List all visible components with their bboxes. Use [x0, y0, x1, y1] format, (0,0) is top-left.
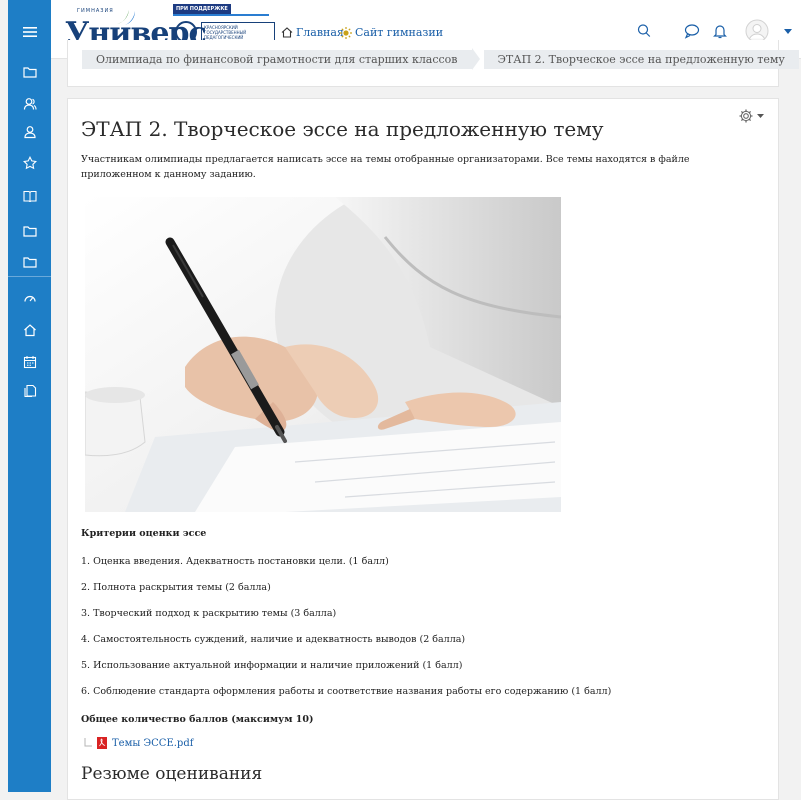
criteria-title: Критерии оценки эссе — [81, 528, 207, 539]
page-title: ЭТАП 2. Творческое эссе на предложенную … — [81, 117, 604, 141]
criteria-item: 5. Использование актуальной информации и… — [81, 660, 463, 671]
breadcrumb-separator — [471, 48, 480, 70]
search-icon[interactable] — [635, 22, 653, 40]
home-icon — [281, 27, 293, 38]
menu-icon[interactable] — [8, 22, 51, 42]
users-icon[interactable] — [8, 94, 51, 114]
criteria-item: 6. Соблюдение стандарта оформления работ… — [81, 686, 612, 697]
folder-icon[interactable] — [8, 221, 51, 241]
folder-icon[interactable] — [8, 252, 51, 272]
breadcrumb: Олимпиада по финансовой грамотности для … — [82, 48, 799, 70]
messages-icon[interactable] — [683, 22, 701, 40]
bell-icon[interactable] — [711, 22, 729, 40]
sun-icon — [340, 26, 352, 39]
dashboard-icon[interactable] — [8, 288, 51, 308]
logo-gymnasium-label: ГИМНАЗИЯ — [77, 8, 114, 14]
chevron-down-icon — [757, 113, 764, 118]
breadcrumb-item-current[interactable]: ЭТАП 2. Творческое эссе на предложенную … — [483, 49, 799, 69]
user-icon[interactable] — [8, 122, 51, 142]
intro-text: Участникам олимпиады предлагается написа… — [81, 154, 690, 180]
nav-site-label: Сайт гимназии — [355, 26, 444, 39]
calendar-icon[interactable] — [8, 352, 51, 372]
writing-photo — [85, 197, 561, 512]
breadcrumb-item[interactable]: Олимпиада по финансовой грамотности для … — [82, 49, 472, 69]
pdf-file-icon — [97, 737, 107, 749]
attachment-name: Темы ЭССЕ.pdf — [112, 737, 194, 749]
book-icon[interactable] — [8, 186, 51, 206]
actions-menu[interactable] — [738, 108, 764, 124]
criteria-item: 3. Творческий подход к раскрытию темы (3… — [81, 608, 337, 619]
criteria-item: 2. Полнота раскрытия темы (2 балла) — [81, 582, 271, 593]
nav-site-link[interactable]: Сайт гимназии — [340, 26, 443, 39]
star-icon[interactable] — [8, 153, 51, 173]
nav-home-link[interactable]: Главная — [281, 26, 344, 39]
gear-icon — [739, 109, 753, 123]
nav-home-label: Главная — [296, 26, 344, 39]
home-icon[interactable] — [8, 320, 51, 340]
folder-icon[interactable] — [8, 62, 51, 82]
logo-stripe — [173, 14, 269, 16]
criteria-item: 1. Оценка введения. Адекватность постано… — [81, 556, 389, 567]
attachment-link[interactable]: Темы ЭССЕ.pdf — [84, 737, 193, 749]
total-points: Общее количество баллов (максимум 10) — [81, 714, 314, 725]
logo-leaves-icon — [117, 10, 139, 25]
grading-summary-heading: Резюме оценивания — [81, 764, 263, 784]
tree-connector-icon — [84, 738, 92, 747]
logo-support-tag: ПРИ ПОДДЕРЖКЕ — [173, 4, 231, 14]
left-drawer — [8, 0, 51, 792]
rail-divider — [8, 276, 51, 277]
user-menu-caret-icon[interactable] — [784, 29, 792, 35]
files-icon[interactable] — [8, 381, 51, 401]
criteria-item: 4. Самостоятельность суждений, наличие и… — [81, 634, 466, 645]
